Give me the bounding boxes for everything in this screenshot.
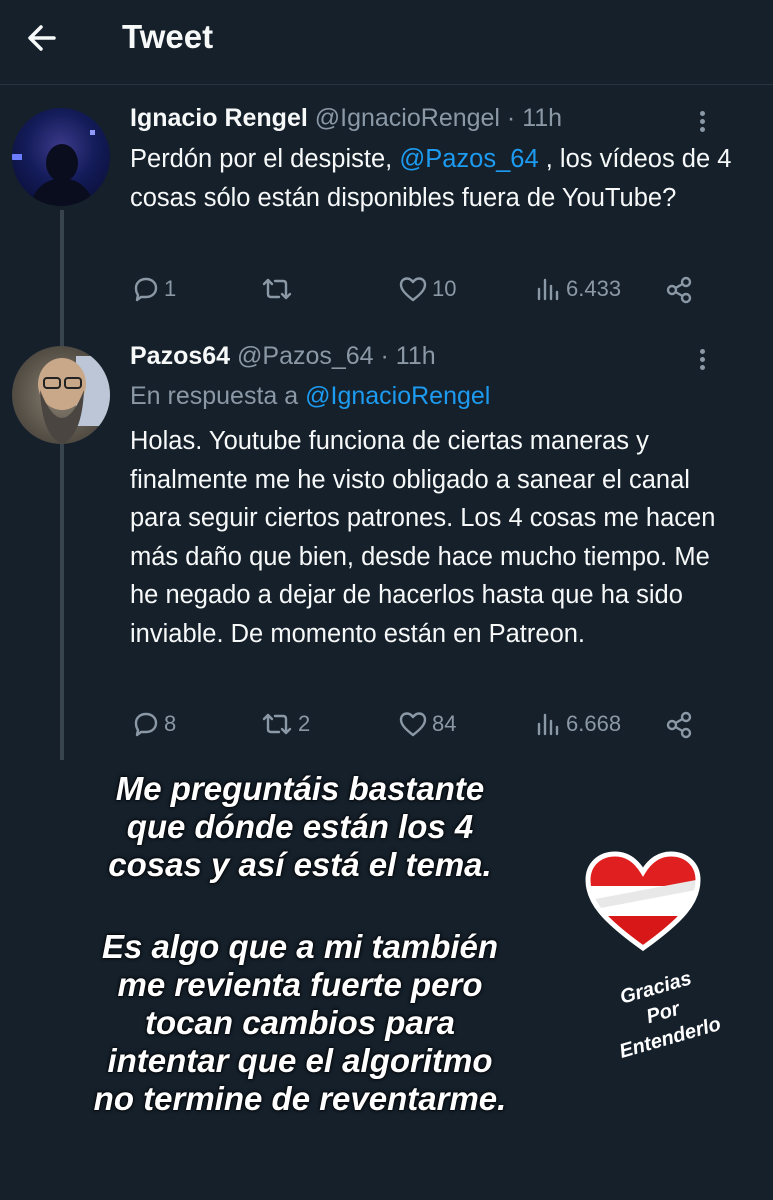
retweet-button[interactable]: 2 [260, 710, 310, 738]
timestamp[interactable]: · 11h [500, 104, 562, 132]
reply-icon [134, 712, 158, 737]
retweet-count: 2 [298, 711, 311, 736]
reply-button[interactable]: 8 [132, 710, 176, 738]
back-arrow-icon[interactable] [24, 20, 60, 56]
overlay-line: me revienta fuerte pero [117, 966, 483, 1003]
avatar[interactable] [12, 346, 110, 444]
avatar[interactable] [12, 108, 110, 206]
display-name[interactable]: Ignacio Rengel [130, 104, 308, 132]
thread-connector [60, 210, 64, 760]
avatar-photo [38, 356, 110, 444]
overlay-line: intentar que el algoritmo [107, 1042, 493, 1079]
heart-outline-icon [399, 712, 427, 737]
share-button[interactable] [664, 275, 694, 305]
header-divider [0, 84, 773, 85]
view-count: 6.433 [566, 276, 622, 301]
like-count: 10 [432, 276, 457, 301]
overlay-line: Es algo que a mi también [101, 928, 499, 965]
share-button[interactable] [664, 710, 694, 740]
display-name[interactable]: Pazos64 [130, 342, 230, 370]
avatar-photo [12, 130, 95, 206]
overlay-paragraph-1: Me preguntáis bastante que dónde están l… [0, 770, 600, 884]
reply-count: 1 [164, 276, 177, 301]
views-icon [537, 713, 559, 736]
overlay-line: cosas y así está el tema. [108, 846, 492, 883]
reply-count: 8 [164, 711, 177, 736]
tweet-header: Pazos64 @Pazos_64 · 11h [130, 342, 436, 371]
reply-context: En respuesta a @IgnacioRengel [130, 382, 490, 411]
retweet-icon [262, 713, 292, 735]
share-icon [666, 276, 692, 304]
like-button[interactable]: 10 [398, 275, 456, 303]
overlay-paragraph-2: Es algo que a mi también me revienta fue… [0, 928, 600, 1118]
reply-prefix: En respuesta a [130, 382, 306, 410]
timestamp[interactable]: · 11h [374, 342, 436, 370]
heart-sticker-icon [585, 851, 701, 952]
retweet-icon [262, 278, 292, 300]
views-icon [537, 278, 559, 301]
reply-icon [134, 277, 158, 302]
like-count: 84 [432, 711, 457, 736]
more-icon[interactable] [690, 346, 714, 374]
overlay-line: que dónde están los 4 [126, 808, 474, 845]
tweet-text: Holas. Youtube funciona de ciertas maner… [130, 427, 716, 648]
tweet-text: Perdón por el despiste, @Pazos_64 , los … [130, 140, 740, 217]
overlay-line: tocan cambios para [145, 1004, 455, 1041]
reply-button[interactable]: 1 [132, 275, 176, 303]
like-button[interactable]: 84 [398, 710, 456, 738]
retweet-button[interactable] [260, 275, 298, 303]
username[interactable]: @IgnacioRengel [315, 104, 500, 132]
share-icon [666, 711, 692, 739]
mention-link[interactable]: @Pazos_64 [399, 145, 538, 173]
views-button[interactable]: 6.668 [534, 710, 621, 738]
tweet-text-part: Perdón por el despiste, [130, 145, 400, 173]
view-count: 6.668 [566, 711, 622, 736]
mention-link[interactable]: @IgnacioRengel [305, 382, 490, 410]
top-bar: Tweet [0, 0, 773, 80]
page-title: Tweet [122, 18, 214, 55]
more-icon[interactable] [690, 108, 714, 136]
tweet-header: Ignacio Rengel @IgnacioRengel · 11h [130, 104, 562, 133]
views-button[interactable]: 6.433 [534, 275, 621, 303]
overlay-line: no termine de reventarme. [93, 1080, 507, 1117]
overlay-line: Me preguntáis bastante [115, 770, 485, 807]
heart-outline-icon [399, 277, 427, 302]
username[interactable]: @Pazos_64 [237, 342, 374, 370]
